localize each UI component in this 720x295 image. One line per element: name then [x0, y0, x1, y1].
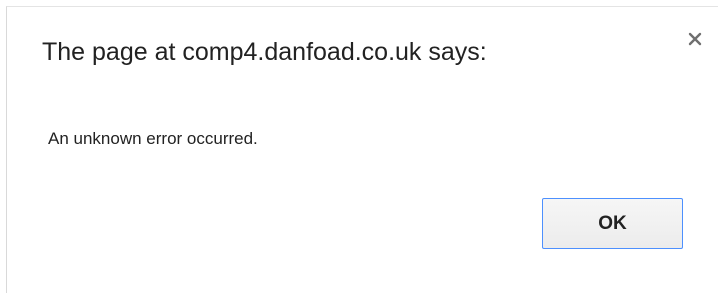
dialog-title: The page at comp4.danfoad.co.uk says:: [42, 38, 487, 66]
close-icon[interactable]: [685, 29, 705, 49]
close-button[interactable]: [685, 29, 705, 49]
alert-dialog: The page at comp4.danfoad.co.uk says: An…: [6, 6, 718, 293]
ok-button[interactable]: OK: [542, 198, 683, 249]
dialog-message: An unknown error occurred.: [48, 129, 258, 148]
